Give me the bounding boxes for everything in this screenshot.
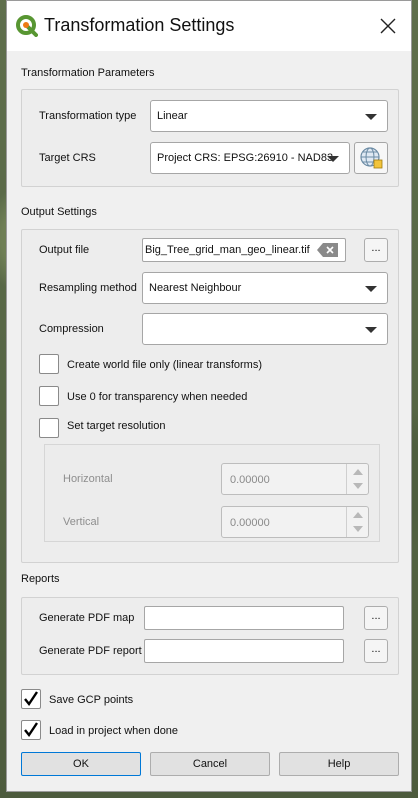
- transparency-label: Use 0 for transparency when needed: [67, 391, 248, 403]
- chevron-down-icon: [365, 286, 377, 292]
- arrow-up-icon: [353, 469, 363, 475]
- arrow-down-icon: [353, 526, 363, 532]
- load-project-label: Load in project when done: [49, 725, 179, 737]
- horizontal-label: Horizontal: [63, 473, 113, 485]
- output-file-browse-button[interactable]: ...: [364, 238, 388, 262]
- transformation-type-dropdown[interactable]: Linear: [150, 100, 388, 132]
- output-file-value: Big_Tree_grid_man_geo_linear.tif: [145, 244, 310, 256]
- transformation-type-value: Linear: [157, 110, 188, 122]
- transformation-parameters-label: Transformation Parameters: [21, 67, 155, 79]
- pdf-map-browse-button[interactable]: ...: [364, 606, 388, 630]
- checkmark-icon: [24, 722, 38, 738]
- window-title: Transformation Settings: [44, 15, 235, 35]
- clear-icon[interactable]: [317, 243, 339, 257]
- target-crs-value: Project CRS: EPSG:26910 - NAD83: [157, 152, 334, 164]
- resampling-method-dropdown[interactable]: Nearest Neighbour: [142, 272, 388, 304]
- horizontal-value: 0.00000: [230, 474, 270, 486]
- vertical-spinbox[interactable]: 0.00000: [221, 506, 369, 538]
- resampling-method-label: Resampling method: [39, 282, 137, 294]
- vertical-spin-buttons[interactable]: [346, 507, 368, 537]
- checkmark-icon: [24, 691, 38, 707]
- help-button[interactable]: Help: [279, 752, 399, 776]
- vertical-value: 0.00000: [230, 517, 270, 529]
- close-icon: [380, 18, 396, 34]
- target-resolution-group: Horizontal 0.00000 Vertical 0.00000: [44, 444, 380, 542]
- load-project-checkbox[interactable]: [21, 720, 41, 740]
- target-resolution-checkbox[interactable]: [39, 418, 59, 438]
- reports-group: Generate PDF map ... Generate PDF report…: [21, 597, 399, 675]
- cancel-button[interactable]: Cancel: [150, 752, 270, 776]
- transformation-type-label: Transformation type: [39, 110, 137, 122]
- transformation-parameters-group: Transformation type Linear Target CRS Pr…: [21, 89, 399, 187]
- globe-icon: [360, 147, 383, 169]
- arrow-down-icon: [353, 483, 363, 489]
- pdf-report-label: Generate PDF report: [39, 645, 142, 657]
- pdf-report-input[interactable]: [144, 639, 344, 663]
- chevron-down-icon: [327, 156, 339, 162]
- chevron-down-icon: [365, 114, 377, 120]
- compression-label: Compression: [39, 323, 104, 335]
- output-file-input[interactable]: Big_Tree_grid_man_geo_linear.tif: [142, 238, 346, 262]
- compression-dropdown[interactable]: [142, 313, 388, 345]
- ok-button[interactable]: OK: [21, 752, 141, 776]
- target-crs-label: Target CRS: [39, 152, 96, 164]
- output-settings-group: Output file Big_Tree_grid_man_geo_linear…: [21, 229, 399, 563]
- transparency-checkbox[interactable]: [39, 386, 59, 406]
- select-crs-button[interactable]: [354, 142, 388, 174]
- save-gcp-label: Save GCP points: [49, 694, 134, 706]
- chevron-down-icon: [365, 327, 377, 333]
- arrow-up-icon: [353, 512, 363, 518]
- close-button[interactable]: [365, 1, 411, 51]
- title-bar: Transformation Settings: [7, 1, 411, 51]
- world-file-label: Create world file only (linear transform…: [67, 359, 263, 371]
- vertical-label: Vertical: [63, 516, 100, 528]
- pdf-map-label: Generate PDF map: [39, 612, 135, 624]
- pdf-report-browse-button[interactable]: ...: [364, 639, 388, 663]
- reports-label: Reports: [21, 573, 60, 585]
- qgis-logo-icon: [16, 15, 38, 37]
- target-resolution-label: Set target resolution: [67, 420, 166, 432]
- horizontal-spinbox[interactable]: 0.00000: [221, 463, 369, 495]
- target-crs-dropdown[interactable]: Project CRS: EPSG:26910 - NAD83: [150, 142, 350, 174]
- output-file-label: Output file: [39, 244, 90, 256]
- transformation-settings-dialog: Transformation Settings Transformation P…: [6, 0, 412, 792]
- resampling-method-value: Nearest Neighbour: [149, 282, 242, 294]
- save-gcp-checkbox[interactable]: [21, 689, 41, 709]
- world-file-checkbox[interactable]: [39, 354, 59, 374]
- output-settings-label: Output Settings: [21, 206, 97, 218]
- pdf-map-input[interactable]: [144, 606, 344, 630]
- horizontal-spin-buttons[interactable]: [346, 464, 368, 494]
